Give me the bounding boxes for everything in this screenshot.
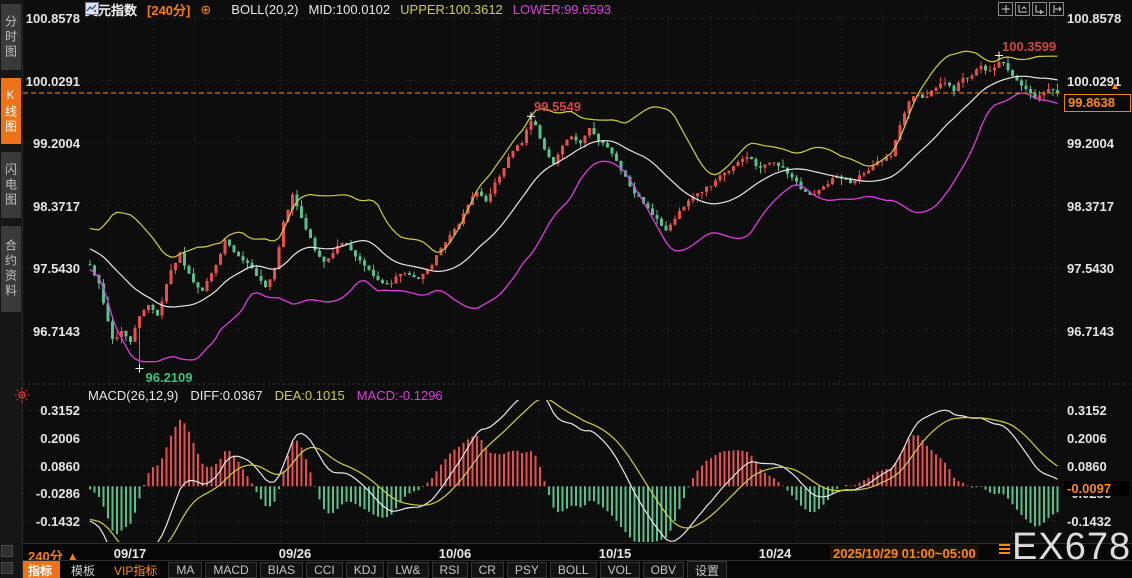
price-annotation: 100.3599 <box>1002 38 1057 54</box>
time-tick-label: 10/24 <box>758 546 792 561</box>
toolbar-template[interactable]: 模板 <box>63 561 103 578</box>
boll-lower-value: LOWER:99.6593 <box>512 2 612 17</box>
toolbar-vol[interactable]: VOL <box>599 562 640 578</box>
macd-hist-value: MACD:-0.1296 <box>356 388 443 403</box>
toolbar-cci[interactable]: CCI <box>306 562 343 578</box>
boll-upper-value: UPPER:100.3612 <box>400 2 503 17</box>
ex678-logo-icon <box>999 544 1010 556</box>
zoom-plus-icon[interactable]: ⊕ <box>200 2 211 18</box>
alert-icon[interactable] <box>14 387 30 403</box>
time-tick-label: 10/06 <box>438 546 472 561</box>
macd-diff-value: DIFF:0.0367 <box>190 388 263 403</box>
boll-mid-value: MID:100.0102 <box>308 2 391 17</box>
axis-label: 0.2006 <box>1067 430 1107 446</box>
time-axis: 240分 ▲ 2025/10/29 01:00~05:00 09/17 09/26… <box>23 543 1132 564</box>
axis-label: -0.1432 <box>35 514 80 529</box>
sidebar-tab-flash[interactable]: 闪电图 <box>1 152 21 218</box>
toolbar-macd[interactable]: MACD <box>205 562 257 578</box>
axis-label: 0.0860 <box>1067 458 1107 474</box>
indicator-name: BOLL(20,2) <box>231 2 299 17</box>
axis-label: 99.2004 <box>33 136 80 151</box>
axis-label: 0.2006 <box>40 430 80 446</box>
corner-icon-2[interactable] <box>1 562 13 574</box>
axis-label: 100.8578 <box>25 11 80 26</box>
sidebar: 分时图 K线图闪电图合约资料 <box>0 0 23 578</box>
price-annotation: 96.2109 <box>145 370 193 386</box>
axis-label: 96.7143 <box>33 323 80 339</box>
current-price-tag: 99.8638 <box>1064 94 1131 112</box>
toolbar-psy[interactable]: PSY <box>506 562 547 578</box>
toolbar-settings[interactable]: 设置 <box>686 560 727 578</box>
axis-zoom-in-icon[interactable] <box>1015 2 1030 16</box>
axis-label: 96.7143 <box>1067 323 1114 339</box>
macd-dea-value: DEA:0.1015 <box>274 388 345 403</box>
time-tick-label: 09/17 <box>113 546 147 561</box>
axis-label: 99.2004 <box>1067 136 1114 151</box>
toolbar-ma[interactable]: MA <box>168 562 203 578</box>
chart-tool-icons <box>998 2 1064 16</box>
watermark: EX678 <box>1012 526 1132 568</box>
time-tick-label: 09/26 <box>278 546 312 561</box>
chart-header: 美元指数 [240分] ⊕ BOLL(20,2) MID:100.0102 UP… <box>85 0 612 19</box>
macd-current-tag: -0.0097 <box>1064 481 1129 496</box>
axis-label: 0.3152 <box>40 403 80 418</box>
indicator-toolbar: 指标 模板 VIP指标 MA MACD BIAS CCI KDJ LW& RSI CR PSY BOLL… <box>20 560 1132 578</box>
toolbar-rsi[interactable]: RSI <box>431 562 468 578</box>
macd-header: MACD(26,12,9) DIFF:0.0367 DEA:0.1015 MAC… <box>88 388 443 403</box>
price-up-arrow-icon: ▲ <box>1110 81 1120 92</box>
toolbar-vip-indicator[interactable]: VIP指标 <box>106 561 165 578</box>
axis-label: 97.5430 <box>1067 261 1114 276</box>
toolbar-cr[interactable]: CR <box>470 562 504 578</box>
axis-label: 97.5430 <box>33 261 80 276</box>
sidebar-tab-timeshare[interactable]: 分时图 <box>1 4 21 70</box>
time-tick-label: 10/15 <box>598 546 632 561</box>
kline-chart-canvas[interactable] <box>0 0 1132 578</box>
pan-right-icon[interactable] <box>1049 2 1064 16</box>
axis-label: -0.0286 <box>35 486 80 502</box>
price-annotation: 99.5549 <box>534 99 581 115</box>
corner-icon-1[interactable] <box>1 545 13 557</box>
toolbar-boll[interactable]: BOLL <box>549 562 597 578</box>
toolbar-kdj[interactable]: KDJ <box>345 562 385 578</box>
axis-label: 98.3717 <box>1067 198 1114 214</box>
sidebar-tab-kline[interactable]: K线图 <box>1 78 21 144</box>
axis-label: 98.3717 <box>33 198 80 214</box>
axis-label: 0.0860 <box>40 458 80 474</box>
sidebar-tab-contract-info[interactable]: 合约资料 <box>1 226 21 312</box>
trading-app-window: 分时图 K线图闪电图合约资料 美元指数 [240分] ⊕ BOLL(20,2) M… <box>0 0 1132 578</box>
axis-label: 100.0291 <box>25 73 80 89</box>
toolbar-lwr[interactable]: LW& <box>387 562 429 578</box>
axis-zoom-out-icon[interactable] <box>1032 2 1047 16</box>
crosshair-icon[interactable] <box>998 2 1013 16</box>
period-label[interactable]: [240分] <box>147 0 190 19</box>
toolbar-indicator[interactable]: 指标 <box>20 560 61 578</box>
toolbar-bias[interactable]: BIAS <box>259 562 304 578</box>
axis-label: 0.3152 <box>1067 403 1107 418</box>
toolbar-obv[interactable]: OBV <box>642 562 684 578</box>
macd-name: MACD(26,12,9) <box>88 388 179 403</box>
axis-label: 100.8578 <box>1067 11 1122 26</box>
